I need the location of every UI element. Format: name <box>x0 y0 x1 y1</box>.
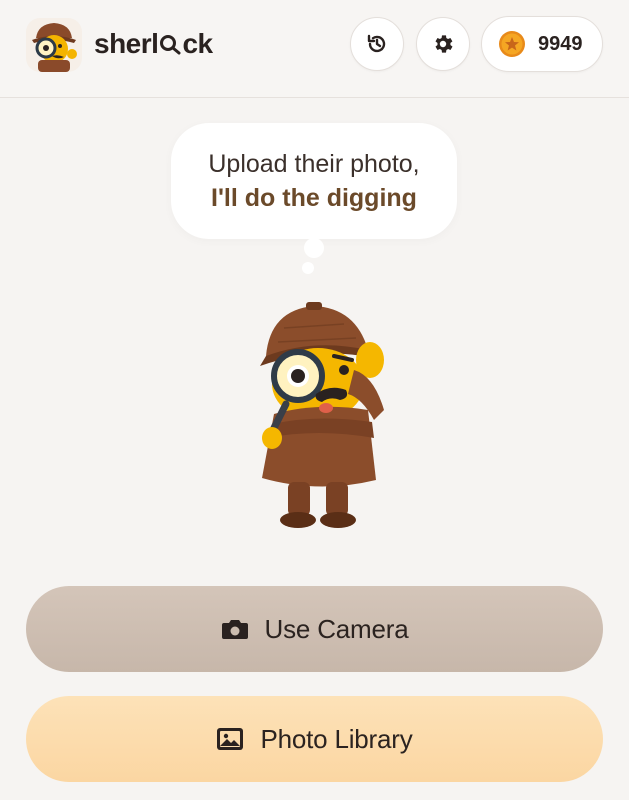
use-camera-button[interactable]: Use Camera <box>26 586 603 672</box>
settings-button[interactable] <box>416 17 470 71</box>
brand-wordmark: sherl ck <box>94 28 213 60</box>
camera-icon <box>221 620 248 639</box>
brand-suffix: ck <box>182 28 213 59</box>
bubble-text-line2: I'll do the digging <box>211 184 417 212</box>
thought-dot-large <box>304 238 324 258</box>
detective-mascot-icon[interactable] <box>24 16 84 74</box>
history-icon <box>367 34 386 53</box>
detective-mascot-illustration <box>260 302 384 528</box>
gear-icon <box>435 35 453 53</box>
bubble-text-line1: Upload their photo, <box>208 150 420 178</box>
coin-balance-button[interactable]: 9949 <box>481 16 603 72</box>
magnifier-icon <box>160 35 181 55</box>
star-coin-icon <box>499 31 525 57</box>
brand-prefix: sherl <box>94 28 159 59</box>
photo-library-button[interactable]: Photo Library <box>26 696 603 782</box>
app-root: sherl ck 9949 Upload their photo, I'll d… <box>0 0 629 800</box>
speech-bubble: Upload their photo, I'll do the digging <box>171 123 457 239</box>
history-button[interactable] <box>350 17 404 71</box>
thought-dot-small <box>302 262 314 274</box>
top-bar: sherl ck 9949 <box>0 0 629 98</box>
coin-count: 9949 <box>538 32 583 55</box>
photo-library-label: Photo Library <box>260 723 413 754</box>
use-camera-label: Use Camera <box>264 613 409 644</box>
image-icon <box>217 728 244 750</box>
